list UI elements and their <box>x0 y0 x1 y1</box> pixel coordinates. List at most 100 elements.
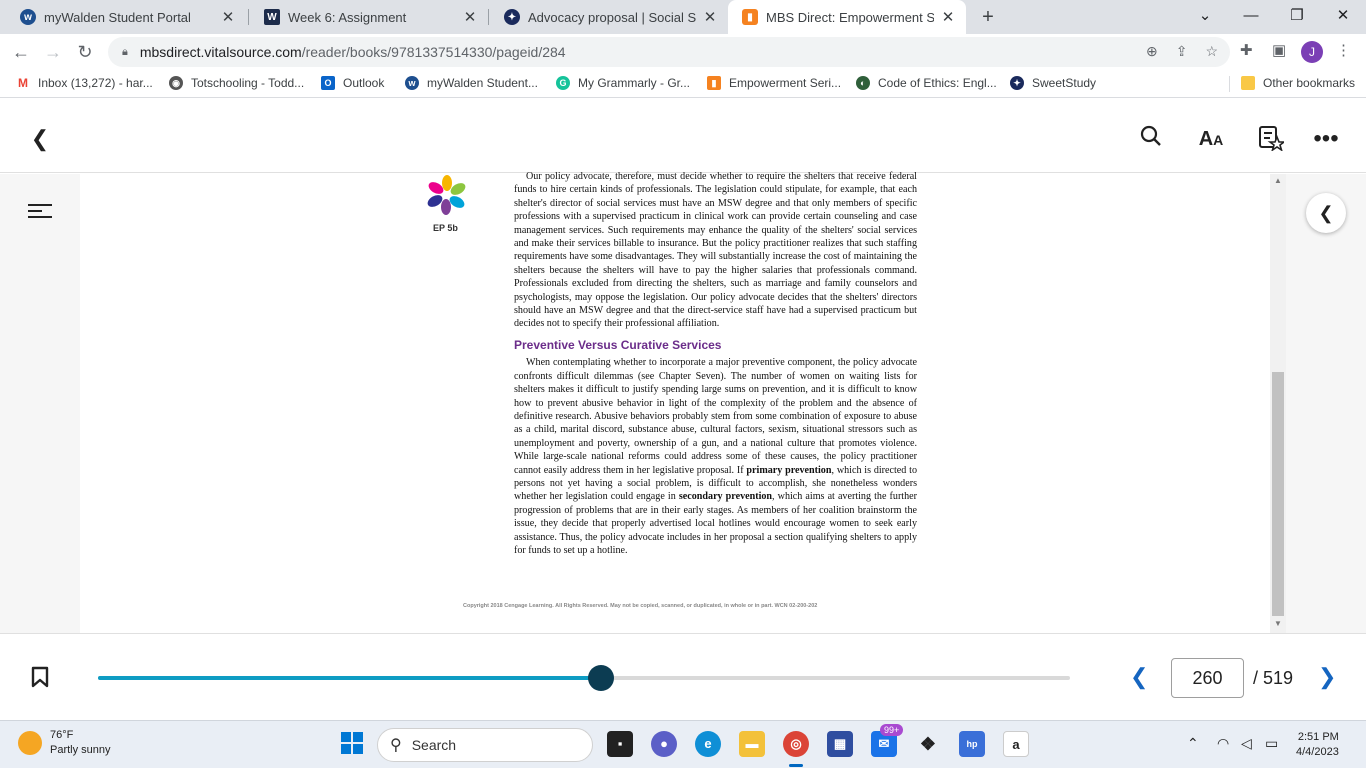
outlook-icon: O <box>321 76 335 90</box>
side-panel-icon[interactable]: ▣ <box>1272 41 1286 59</box>
minimize-icon[interactable]: — <box>1228 0 1274 34</box>
ep-label: EP 5b <box>433 223 458 233</box>
store-icon[interactable]: ▦ <box>827 731 853 757</box>
term-primary-prevention: primary prevention <box>746 464 832 476</box>
text-size-icon[interactable]: AA <box>1197 125 1225 153</box>
new-tab-button[interactable]: + <box>976 4 1000 30</box>
profile-avatar[interactable]: J <box>1301 41 1323 63</box>
weather-icon <box>18 731 42 755</box>
bookmark-label: Outlook <box>343 76 385 90</box>
tab-search-icon[interactable]: ⌄ <box>1182 0 1228 34</box>
zoom-icon[interactable]: ⊕ <box>1146 43 1158 60</box>
chat-icon[interactable]: ● <box>651 731 677 757</box>
ep-flower-icon <box>427 175 466 215</box>
forward-icon[interactable]: → <box>40 39 66 65</box>
tab-title: Week 6: Assignment <box>288 9 407 25</box>
wifi-icon[interactable]: ◠ <box>1217 735 1229 752</box>
tab-mbs-direct[interactable]: ▮ MBS Direct: Empowerment Series ✕ <box>728 0 966 34</box>
tab-separator <box>488 9 489 25</box>
close-icon[interactable]: ✕ <box>462 8 478 26</box>
bookmark-empowerment[interactable]: ▮ Empowerment Seri... <box>707 76 841 90</box>
total-pages: / 519 <box>1253 668 1294 688</box>
bookmarks-bar: M Inbox (13,272) - har... ◉ Totschooling… <box>0 70 1366 98</box>
windows-start-icon[interactable] <box>339 731 365 757</box>
chrome-menu-icon[interactable]: ⋮ <box>1336 41 1351 59</box>
grammarly-icon: G <box>556 76 570 90</box>
paragraph: Our policy advocate, therefore, must dec… <box>514 171 917 330</box>
book-text: Our policy advocate, therefore, must dec… <box>514 170 917 557</box>
sweetstudy-icon: ✦ <box>504 9 520 25</box>
previous-page-icon[interactable]: ❮ <box>1130 664 1148 690</box>
section-heading: Preventive Versus Curative Services <box>514 337 722 352</box>
reload-icon[interactable]: ↻ <box>72 39 98 65</box>
weather-condition: Partly sunny <box>50 744 111 756</box>
reader-footer: ❮ 260 / 519 ❯ <box>0 633 1366 720</box>
folder-icon <box>1241 76 1255 90</box>
back-icon[interactable]: ← <box>8 39 34 65</box>
volume-icon[interactable]: ◁ <box>1241 735 1252 752</box>
scroll-thumb[interactable] <box>1272 372 1284 616</box>
chrome-icon[interactable]: ◎ <box>783 731 809 757</box>
tab-mywalden[interactable]: w myWalden Student Portal ✕ <box>6 0 246 34</box>
search-label: Search <box>411 737 457 753</box>
lock-icon[interactable]: 🔒︎ <box>122 46 128 59</box>
temperature: 76°F <box>50 729 74 741</box>
system-clock[interactable]: 2:51 PM 4/4/2023 <box>1296 730 1339 760</box>
close-icon[interactable]: ✕ <box>220 8 236 26</box>
mbs-icon: ▮ <box>742 9 758 25</box>
walden-icon: w <box>405 76 419 90</box>
close-icon[interactable]: ✕ <box>702 8 718 26</box>
reader-content: EP 5b Our policy advocate, therefore, mu… <box>0 171 1366 633</box>
taskbar-search[interactable]: ⚲ Search <box>377 728 593 762</box>
file-explorer-icon[interactable]: ▬ <box>739 731 765 757</box>
bookmark-code-of-ethics[interactable]: ◐ Code of Ethics: Engl... <box>856 76 997 90</box>
text-run: When contemplating whether to incorporat… <box>514 357 917 476</box>
bookmark-separator <box>1229 76 1230 92</box>
walden-w-icon: W <box>264 9 280 25</box>
table-of-contents-icon[interactable] <box>28 200 52 222</box>
close-icon[interactable]: ✕ <box>940 8 956 26</box>
search-icon[interactable] <box>1137 125 1165 153</box>
slider-progress <box>98 676 602 680</box>
slider-thumb[interactable] <box>588 665 615 691</box>
task-view-icon[interactable]: ▪ <box>607 731 633 757</box>
tab-separator <box>248 9 249 25</box>
notes-icon[interactable] <box>1257 125 1287 153</box>
address-bar[interactable]: 🔒︎ mbsdirect.vitalsource.com/reader/book… <box>108 37 1230 67</box>
dropbox-icon[interactable]: ❖ <box>915 731 941 757</box>
reader-back-icon[interactable]: ❮ <box>26 125 54 153</box>
more-options-icon[interactable]: ••• <box>1312 125 1340 153</box>
tab-advocacy-proposal[interactable]: ✦ Advocacy proposal | Social Scienc ✕ <box>490 0 728 34</box>
battery-icon[interactable]: ▭ <box>1265 735 1278 752</box>
page-scrollbar[interactable]: ▲ ▼ <box>1270 174 1286 633</box>
share-icon[interactable]: ⇪ <box>1176 43 1188 60</box>
bookmark-sweetstudy[interactable]: ✦ SweetStudy <box>1010 76 1096 90</box>
show-hidden-icons[interactable]: ⌃ <box>1187 735 1199 752</box>
bookmark-grammarly[interactable]: G My Grammarly - Gr... <box>556 76 690 90</box>
scroll-down-icon[interactable]: ▼ <box>1270 619 1286 631</box>
extensions-icon[interactable]: ✚ <box>1240 41 1253 59</box>
window-close-icon[interactable]: ✕ <box>1320 0 1366 34</box>
restore-icon[interactable]: ❐ <box>1274 0 1320 34</box>
page-number-input[interactable]: 260 <box>1171 658 1244 698</box>
bookmark-outlook[interactable]: O Outlook <box>321 76 384 90</box>
next-page-icon[interactable]: ❯ <box>1318 664 1336 690</box>
amazon-icon[interactable]: a <box>1003 731 1029 757</box>
walden-icon: w <box>20 9 36 25</box>
bookmark-inbox[interactable]: M Inbox (13,272) - har... <box>16 76 153 90</box>
bookmark-mywalden[interactable]: w myWalden Student... <box>405 76 538 90</box>
tab-week6-assignment[interactable]: W Week 6: Assignment ✕ <box>250 0 488 34</box>
star-icon[interactable]: ☆ <box>1205 43 1218 60</box>
url-host: mbsdirect.vitalsource.com <box>139 44 302 60</box>
edge-icon[interactable]: e <box>695 731 721 757</box>
hp-icon[interactable]: hp <box>959 731 985 757</box>
bookmark-totschooling[interactable]: ◉ Totschooling - Todd... <box>169 76 304 90</box>
scroll-up-icon[interactable]: ▲ <box>1270 176 1286 188</box>
bookmark-icon[interactable] <box>31 666 49 688</box>
tab-title: Advocacy proposal | Social Scienc <box>528 9 696 25</box>
weather-widget[interactable]: 76°F Partly sunny <box>18 728 111 758</box>
page-slider[interactable] <box>98 665 1070 691</box>
other-bookmarks[interactable]: Other bookmarks <box>1241 76 1355 90</box>
active-app-indicator <box>789 764 803 767</box>
panel-toggle-icon[interactable]: ❮ <box>1306 193 1346 233</box>
